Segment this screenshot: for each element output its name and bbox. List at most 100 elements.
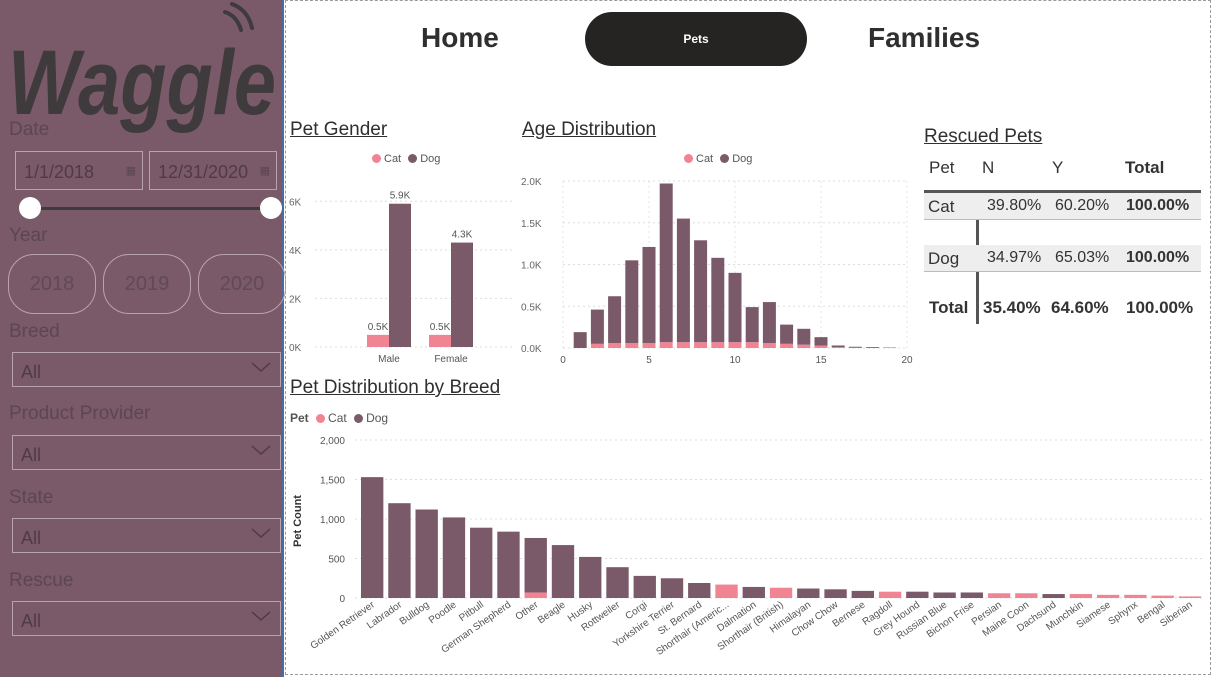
- y-tick-label: 2,000: [320, 436, 345, 447]
- legend-dog: Dog: [366, 411, 389, 425]
- table-row[interactable]: Cat 39.80% 60.20% 100.00%: [924, 193, 1201, 219]
- row-divider: [924, 219, 1201, 220]
- legend-cat: Cat: [696, 153, 714, 165]
- pet-gender-title: Pet Gender: [290, 119, 388, 140]
- breed-distribution-chart: 05001,0001,5002,000Pet CountGolden Retri…: [292, 436, 1205, 658]
- product-provider-dropdown-value: All: [21, 445, 42, 465]
- cat-legend-dot: [372, 154, 381, 163]
- y-tick-label: 6K: [289, 197, 302, 208]
- bar-dog: [933, 592, 956, 598]
- rescue-label: Rescue: [9, 570, 74, 591]
- row-n: 39.80%: [987, 197, 1042, 214]
- bar-dog: [797, 328, 811, 345]
- year-button-2018[interactable]: 2018: [8, 254, 96, 314]
- bar-dog: [1042, 594, 1065, 598]
- totals-row: Total 35.40% 64.60% 100.00%: [924, 291, 1201, 321]
- row-divider: [924, 271, 1201, 272]
- legend-cat: Cat: [384, 153, 402, 165]
- data-label: 5.9K: [390, 191, 411, 202]
- bar-dog: [606, 567, 629, 598]
- y-tick-label: 0.5K: [521, 302, 542, 313]
- bar-cat: [608, 342, 622, 348]
- date-slider-end-handle[interactable]: [260, 197, 282, 219]
- x-tick-label: 20: [901, 355, 913, 366]
- dog-legend-dot: [354, 414, 364, 423]
- bar-cat: [1124, 594, 1147, 598]
- year-button-2020[interactable]: 2020: [198, 254, 286, 314]
- rescue-dropdown[interactable]: All: [12, 601, 281, 636]
- bar-cat: [642, 342, 656, 348]
- data-label: 0.5K: [368, 322, 389, 333]
- bar-cat: [625, 342, 639, 348]
- totals-y: 64.60%: [1051, 298, 1109, 317]
- y-tick-label: 500: [328, 555, 345, 566]
- legend-title: Pet: [290, 411, 309, 425]
- bar-cat: [814, 345, 828, 348]
- bar-cat: [1015, 593, 1038, 598]
- chevron-down-icon: [251, 528, 271, 539]
- age-distribution-legend: Cat Dog: [684, 153, 752, 165]
- bar-dog: [415, 509, 438, 598]
- breed-dropdown[interactable]: All: [12, 352, 281, 387]
- bar-dog: [551, 545, 575, 598]
- y-tick-label: 0.0K: [521, 344, 542, 355]
- rescued-pets-matrix: Pet N Y Total Cat 39.80% 60.20% 100.00% …: [924, 150, 1201, 330]
- bar-dog: [608, 296, 622, 343]
- y-tick-label: 0: [339, 594, 345, 605]
- bar-dog: [659, 183, 673, 343]
- date-slider-start-handle[interactable]: [19, 197, 41, 219]
- age-distribution-title: Age Distribution: [522, 119, 657, 140]
- bar-cat: [762, 342, 776, 348]
- row-pet: Cat: [928, 197, 955, 216]
- bar-cat: [694, 342, 708, 348]
- legend-cat: Cat: [328, 411, 347, 425]
- nav-home[interactable]: Home: [421, 22, 499, 54]
- legend-dog: Dog: [420, 153, 441, 165]
- row-y: 65.03%: [1055, 249, 1110, 266]
- bar-dog: [442, 517, 466, 598]
- bar-dog: [389, 203, 411, 347]
- calendar-icon[interactable]: ▦: [260, 164, 270, 177]
- product-provider-label: Product Provider: [9, 403, 151, 424]
- header-n: N: [982, 158, 995, 177]
- bar-cat: [987, 593, 1011, 598]
- bar-cat: [659, 342, 673, 348]
- filter-sidebar: Waggle Date 1/1/2018 ▦ 12/31/2020 ▦ Year…: [0, 0, 286, 677]
- nav-pets-active[interactable]: Pets: [585, 12, 807, 66]
- date-slider-track[interactable]: [30, 207, 271, 210]
- y-tick-label: 0K: [289, 343, 302, 354]
- bar-dog: [866, 347, 880, 348]
- y-tick-label: 1,000: [320, 515, 345, 526]
- bar-dog: [728, 272, 742, 343]
- bar-cat: [715, 584, 738, 598]
- state-dropdown-value: All: [21, 528, 42, 548]
- date-end-input[interactable]: 12/31/2020 ▦: [149, 151, 277, 190]
- header-y: Y: [1052, 158, 1064, 177]
- product-provider-dropdown[interactable]: All: [12, 435, 281, 470]
- bar-dog: [388, 503, 411, 598]
- chevron-down-icon: [251, 362, 271, 373]
- nav-families[interactable]: Families: [868, 22, 980, 54]
- bar-dog: [573, 332, 587, 348]
- bar-cat: [1151, 595, 1174, 598]
- totals-total: 100.00%: [1126, 298, 1194, 317]
- cat-legend-dot: [316, 414, 326, 423]
- bar-cat: [878, 591, 902, 598]
- bar-dog: [642, 246, 656, 343]
- year-button-2019[interactable]: 2019: [103, 254, 191, 314]
- chevron-down-icon: [251, 611, 271, 622]
- calendar-icon[interactable]: ▦: [126, 164, 136, 177]
- bar-dog: [745, 307, 759, 343]
- legend-dog: Dog: [732, 153, 753, 165]
- rescued-pets-title: Rescued Pets: [924, 126, 1043, 147]
- bar-dog: [906, 591, 929, 598]
- breed-dropdown-value: All: [21, 362, 42, 382]
- chevron-down-icon: [251, 445, 271, 456]
- bar-cat: [745, 342, 759, 348]
- x-tick-label: Male: [378, 354, 400, 365]
- state-dropdown[interactable]: All: [12, 518, 281, 553]
- table-row[interactable]: Dog 34.97% 65.03% 100.00%: [924, 245, 1201, 271]
- bar-dog: [960, 592, 984, 598]
- bar-dog: [831, 345, 845, 348]
- date-start-input[interactable]: 1/1/2018 ▦: [15, 151, 143, 190]
